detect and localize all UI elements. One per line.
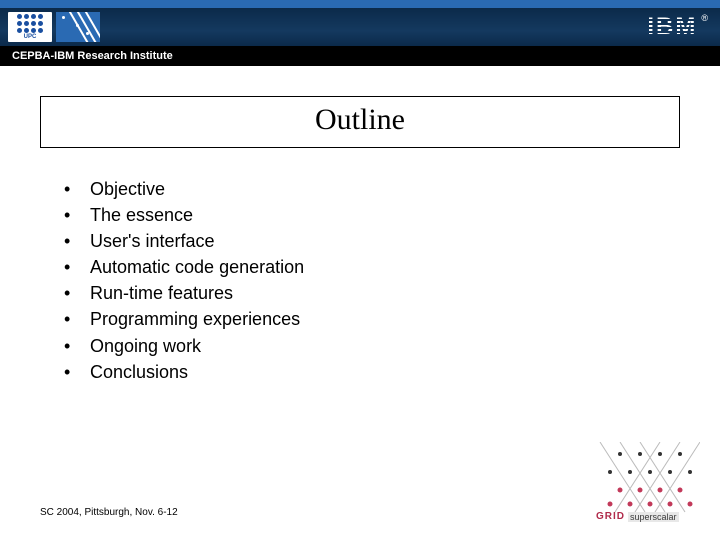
bullet-text: User's interface bbox=[90, 228, 214, 254]
institute-label: CEPBA-IBM Research Institute bbox=[12, 50, 173, 62]
registered-mark: ® bbox=[701, 13, 708, 23]
bullet-text: Conclusions bbox=[90, 359, 188, 385]
list-item: •Ongoing work bbox=[64, 333, 720, 359]
list-item: •User's interface bbox=[64, 228, 720, 254]
ibm-logo: IBM ® bbox=[647, 13, 708, 41]
upc-logo: UPC bbox=[8, 12, 52, 42]
bullet-text: Objective bbox=[90, 176, 165, 202]
page-title: Outline bbox=[315, 103, 405, 136]
logos-left: UPC bbox=[8, 12, 100, 42]
bullet-text: Automatic code generation bbox=[90, 254, 304, 280]
footer-text: SC 2004, Pittsburgh, Nov. 6-12 bbox=[40, 507, 178, 518]
grid-label: GRID bbox=[596, 511, 625, 522]
grid-superscalar-logo: GRID superscalar bbox=[590, 442, 700, 526]
list-item: •Programming experiences bbox=[64, 306, 720, 332]
bullet-text: Programming experiences bbox=[90, 306, 300, 332]
title-box: Outline bbox=[40, 96, 680, 148]
bullet-text: Ongoing work bbox=[90, 333, 201, 359]
superscalar-label: superscalar bbox=[628, 512, 679, 522]
list-item: •Conclusions bbox=[64, 359, 720, 385]
cepba-logo bbox=[56, 12, 100, 42]
slide: UPC IBM ® CEPBA-IBM Research Institute Ou… bbox=[0, 0, 720, 540]
list-item: •Objective bbox=[64, 176, 720, 202]
institute-bar: CEPBA-IBM Research Institute bbox=[0, 46, 720, 66]
bullet-text: The essence bbox=[90, 202, 193, 228]
header-main: UPC IBM ® bbox=[0, 8, 720, 46]
upc-label: UPC bbox=[24, 34, 37, 40]
list-item: •The essence bbox=[64, 202, 720, 228]
header-stripe bbox=[0, 0, 720, 8]
list-item: •Automatic code generation bbox=[64, 254, 720, 280]
bullet-text: Run-time features bbox=[90, 280, 233, 306]
list-item: •Run-time features bbox=[64, 280, 720, 306]
bullet-list: •Objective •The essence •User's interfac… bbox=[64, 176, 720, 385]
ibm-text: IBM bbox=[647, 13, 697, 40]
